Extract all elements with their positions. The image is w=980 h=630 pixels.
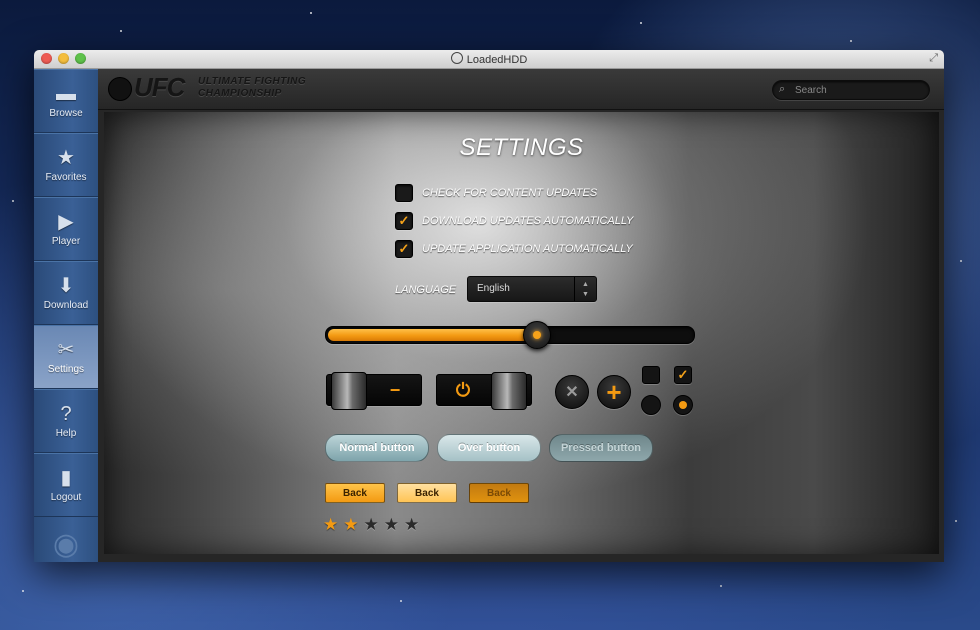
- app-window: LoadedHDD ⤢ ▬ Browse ★ Favorites ▶ Playe…: [34, 50, 944, 562]
- minus-icon: −: [389, 380, 401, 400]
- sidebar-item-label: Logout: [50, 491, 82, 503]
- add-circle-button[interactable]: +: [597, 375, 631, 409]
- checkbox[interactable]: [395, 184, 413, 202]
- app-logo-icon: [450, 52, 463, 64]
- plus-icon: +: [606, 376, 622, 407]
- sidebar-item-help[interactable]: ? Help: [34, 389, 98, 453]
- fullscreen-icon[interactable]: ⤢: [929, 52, 938, 65]
- small-checkbox-unchecked[interactable]: [642, 366, 660, 384]
- star-empty-icon[interactable]: ★: [364, 516, 379, 534]
- tools-icon: ✂: [57, 338, 75, 361]
- language-value: English: [477, 283, 510, 294]
- star-filled-icon[interactable]: ★: [323, 516, 338, 534]
- sidebar-item-label: Help: [55, 427, 77, 439]
- sidebar-item-label: Player: [51, 235, 81, 247]
- option-update-application[interactable]: ✓ UPDATE APPLICATION AUTOMATICALLY: [395, 240, 633, 258]
- sidebar-item-download[interactable]: ⬇ Download: [34, 261, 98, 325]
- sidebar-item-settings[interactable]: ✂ Settings: [34, 325, 98, 389]
- sidebar-item-label: Favorites: [45, 171, 87, 183]
- logo-text: UFC: [134, 72, 185, 102]
- sidebar: ▬ Browse ★ Favorites ▶ Player ⬇ Download…: [34, 69, 98, 562]
- checkbox[interactable]: ✓: [395, 240, 413, 258]
- logo-subtitle-line1: ULTIMATE FIGHTING: [198, 76, 307, 87]
- language-label: LANGUAGE: [395, 284, 457, 296]
- toggle-knob[interactable]: [331, 372, 367, 410]
- toggle-switch-power[interactable]: ⏻: [436, 372, 532, 410]
- star-rating[interactable]: ★ ★ ★ ★ ★: [323, 516, 419, 534]
- star-dot: [310, 12, 312, 14]
- updown-arrows-icon: ▲ ▼: [574, 277, 596, 301]
- sidebar-item-player[interactable]: ▶ Player: [34, 197, 98, 261]
- help-icon: ?: [60, 402, 72, 425]
- star-dot: [400, 600, 402, 602]
- pressed-button[interactable]: Pressed button: [549, 434, 653, 462]
- page-title: SETTINGS: [459, 134, 584, 161]
- star-filled-icon[interactable]: ★: [343, 516, 358, 534]
- checkbox[interactable]: ✓: [395, 212, 413, 230]
- header: UFC ULTIMATE FIGHTING CHAMPIONSHIP ⌕: [98, 69, 944, 110]
- star-dot: [720, 585, 722, 587]
- option-label: CHECK FOR CONTENT UPDATES: [422, 187, 598, 199]
- sidebar-item-favorites[interactable]: ★ Favorites: [34, 133, 98, 197]
- window-title: LoadedHDD: [34, 52, 944, 66]
- checkmark-icon: ✓: [398, 241, 410, 256]
- search-icon: ⌕: [779, 83, 786, 95]
- option-label: UPDATE APPLICATION AUTOMATICALLY: [422, 243, 633, 255]
- window-title-text: LoadedHDD: [466, 54, 528, 66]
- brand-watermark-icon: ◉: [52, 527, 80, 561]
- title-bar: LoadedHDD ⤢: [34, 50, 944, 69]
- sidebar-item-label: Download: [43, 299, 89, 311]
- door-icon: ▮: [60, 466, 72, 489]
- logo-subtitle: ULTIMATE FIGHTING CHAMPIONSHIP: [198, 76, 306, 100]
- search-input[interactable]: [793, 82, 927, 99]
- star-dot: [955, 520, 957, 522]
- star-icon: ★: [57, 146, 75, 169]
- logo-subtitle-line2: CHAMPIONSHIP: [198, 88, 282, 99]
- option-label: DOWNLOAD UPDATES AUTOMATICALLY: [422, 215, 634, 227]
- radio-selected[interactable]: [673, 395, 693, 415]
- star-empty-icon[interactable]: ★: [384, 516, 399, 534]
- star-dot: [960, 260, 962, 262]
- star-dot: [22, 590, 24, 592]
- search-box: ⌕: [772, 80, 930, 100]
- back-button-pressed[interactable]: Back: [469, 483, 529, 503]
- close-circle-button[interactable]: ✕: [555, 375, 589, 409]
- star-empty-icon[interactable]: ★: [404, 516, 419, 534]
- sidebar-item-label: Browse: [49, 107, 83, 119]
- toggle-switch-minus[interactable]: −: [326, 372, 422, 410]
- volume-slider[interactable]: [325, 321, 695, 349]
- back-button-hover[interactable]: Back: [397, 483, 457, 503]
- sidebar-item-browse[interactable]: ▬ Browse: [34, 69, 98, 133]
- back-button-normal[interactable]: Back: [325, 483, 385, 503]
- sidebar-item-logout[interactable]: ▮ Logout: [34, 453, 98, 517]
- star-dot: [640, 22, 642, 24]
- toggle-knob[interactable]: [491, 372, 527, 410]
- language-select[interactable]: English ▲ ▼: [467, 276, 597, 302]
- over-button[interactable]: Over button: [437, 434, 541, 462]
- radio-dot: [679, 401, 687, 409]
- slider-thumb[interactable]: [523, 321, 551, 349]
- settings-panel: SETTINGS CHECK FOR CONTENT UPDATES ✓ DOW…: [104, 112, 939, 554]
- option-download-updates[interactable]: ✓ DOWNLOAD UPDATES AUTOMATICALLY: [395, 212, 633, 230]
- play-icon: ▶: [58, 210, 74, 233]
- normal-button[interactable]: Normal button: [325, 434, 429, 462]
- download-tray-icon: ⬇: [57, 274, 75, 297]
- folder-icon: ▬: [56, 82, 76, 105]
- small-checkbox-checked[interactable]: ✓: [674, 366, 692, 384]
- star-dot: [850, 40, 852, 42]
- ufc-logo-icon: [108, 77, 132, 101]
- star-dot: [12, 200, 14, 202]
- checkmark-icon: ✓: [398, 213, 410, 228]
- slider-fill: [328, 329, 536, 341]
- star-dot: [120, 30, 122, 32]
- checkmark-icon: ✓: [677, 367, 689, 382]
- close-icon: ✕: [565, 384, 579, 401]
- option-check-content-updates[interactable]: CHECK FOR CONTENT UPDATES: [395, 184, 597, 202]
- power-icon: ⏻: [455, 380, 471, 400]
- radio-unselected[interactable]: [641, 395, 661, 415]
- sidebar-item-label: Settings: [47, 363, 85, 375]
